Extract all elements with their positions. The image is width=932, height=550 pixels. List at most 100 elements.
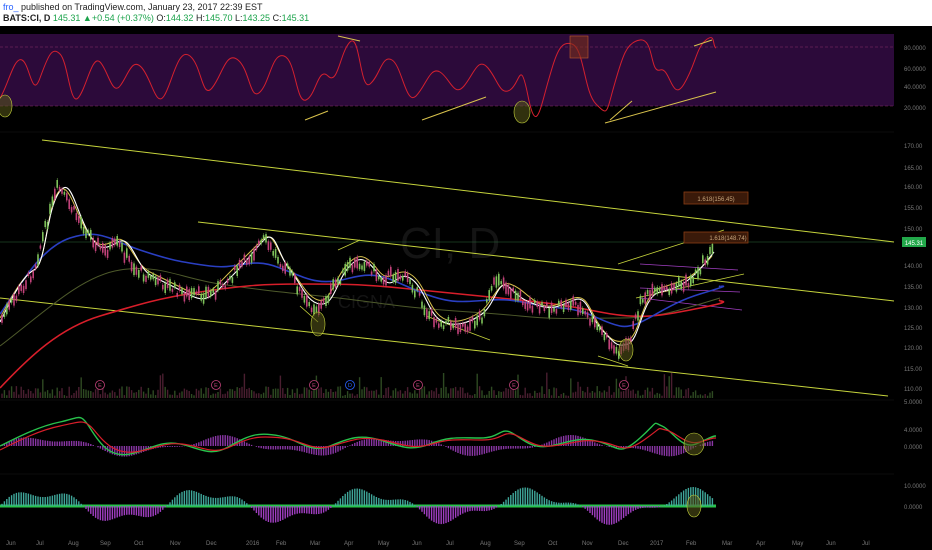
volume-bar xyxy=(637,390,639,398)
volume-bar xyxy=(210,395,212,398)
volume-bar xyxy=(46,390,49,398)
candle xyxy=(378,276,380,280)
candle xyxy=(330,283,332,294)
volume-bar xyxy=(265,386,267,398)
osc-hist-bar xyxy=(298,506,301,514)
candle xyxy=(166,279,169,289)
volume-bar xyxy=(368,390,370,398)
macd-hist-bar xyxy=(493,446,495,452)
candle xyxy=(78,216,80,223)
osc-hist-bar xyxy=(217,497,219,506)
macd-hist-bar xyxy=(567,435,570,446)
osc-hist-bar xyxy=(306,506,308,514)
candle xyxy=(32,271,34,279)
volume-bar xyxy=(346,391,349,398)
candle xyxy=(327,295,330,303)
osc-hist-bar xyxy=(462,506,464,514)
volume-bar xyxy=(152,390,154,398)
volume-bar xyxy=(615,378,618,398)
open-label: O: xyxy=(156,13,166,23)
candle xyxy=(538,304,541,314)
volume-bar xyxy=(476,373,478,398)
candle xyxy=(586,312,589,318)
candle xyxy=(462,323,464,327)
volume-bar xyxy=(44,391,46,398)
macd-hist-bar xyxy=(634,446,637,449)
time-axis-label: Aug xyxy=(68,541,79,547)
macd-hist-bar xyxy=(666,446,668,457)
candle xyxy=(589,318,591,326)
macd-hist-bar xyxy=(454,446,457,452)
volume-bar xyxy=(378,394,380,398)
osc-hist-bar xyxy=(428,506,430,519)
candle xyxy=(56,180,58,188)
osc-hist-bar xyxy=(517,489,519,506)
macd-hist-bar xyxy=(363,439,366,446)
osc-hist-bar xyxy=(548,500,550,506)
osc-hist-bar xyxy=(260,506,262,518)
candle xyxy=(584,310,586,315)
osc-hist-bar xyxy=(243,501,246,506)
candle xyxy=(243,254,246,261)
volume-bar xyxy=(142,391,145,398)
candle xyxy=(397,269,399,281)
candle xyxy=(402,275,404,281)
volume-bar xyxy=(500,391,502,398)
candle xyxy=(207,286,210,297)
osc-hist-bar xyxy=(111,506,114,520)
price-axis[interactable]: 80.0000 60.0000 40.0000 20.0000 170.00 1… xyxy=(904,46,926,511)
close-value: 145.31 xyxy=(281,13,310,23)
chart-canvas[interactable]: CI, D CIGNA 1.618(156.45) 1.618(148.74) … xyxy=(0,26,932,550)
osc-hist-bar xyxy=(1,503,3,506)
candle xyxy=(174,282,176,288)
candle xyxy=(610,342,613,349)
candle xyxy=(171,288,174,292)
macd-hist-bar xyxy=(166,446,169,447)
volume-bar xyxy=(150,394,152,398)
volume-bar xyxy=(502,391,505,398)
candle xyxy=(495,276,498,288)
time-axis-label: Jul xyxy=(36,541,44,547)
osc-hist-bar xyxy=(226,496,229,506)
volume-bar xyxy=(692,392,694,398)
osc-hist-bar xyxy=(622,506,625,518)
candle xyxy=(375,269,378,282)
volume-bar xyxy=(622,391,625,398)
volume-bar xyxy=(478,386,481,398)
volume-bar xyxy=(550,395,553,398)
osc-hist-bar xyxy=(255,506,258,513)
macd-hist-bar xyxy=(507,446,510,449)
candle xyxy=(39,245,42,249)
macd-hist-bar xyxy=(226,435,229,446)
volume-bar xyxy=(630,390,632,398)
candle xyxy=(685,274,687,286)
volume-bar xyxy=(181,391,183,398)
candle xyxy=(354,259,356,268)
osc-hist-bar xyxy=(668,502,670,506)
time-axis[interactable]: Jun Jul Aug Sep Oct Nov Dec 2016 Feb Mar Apr May Jun… xyxy=(6,541,870,547)
osc-hist-bar xyxy=(51,495,54,506)
volume-bar xyxy=(229,388,231,398)
candle xyxy=(536,301,538,307)
candle xyxy=(301,289,303,298)
candle xyxy=(222,284,224,288)
volume-bar xyxy=(567,395,570,398)
candle xyxy=(13,294,15,306)
volume-bar xyxy=(1,393,3,398)
volume-bar xyxy=(253,391,255,398)
candle xyxy=(603,334,606,341)
chart-svg[interactable]: CI, D CIGNA 1.618(156.45) 1.618(148.74) … xyxy=(0,26,932,550)
author-link[interactable]: fro_ xyxy=(3,2,19,12)
volume-bar xyxy=(354,395,356,398)
candle xyxy=(63,191,66,195)
volume-bar xyxy=(668,376,670,398)
osc-hist-bar xyxy=(666,504,668,506)
candle xyxy=(349,257,351,268)
candle xyxy=(534,300,536,304)
macd-hist-bar xyxy=(339,446,342,451)
macd-hist-bar xyxy=(351,444,354,446)
candle xyxy=(466,326,469,333)
candle xyxy=(75,213,78,221)
osc-hist-bar xyxy=(406,500,409,506)
volume-bar xyxy=(344,395,346,398)
